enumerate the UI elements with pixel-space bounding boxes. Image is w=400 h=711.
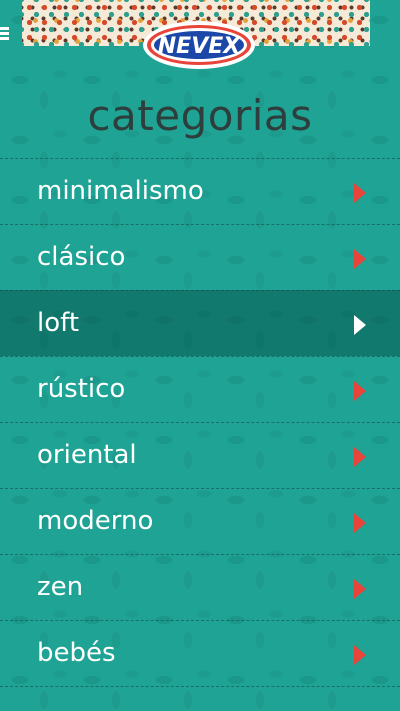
category-item-moderno[interactable]: moderno [0,488,400,554]
page-title: categorias [87,91,313,140]
category-item-clasico[interactable]: clásico [0,224,400,290]
nevex-logo: NEVEX [143,21,255,69]
category-label: loft [37,308,80,338]
chevron-right-icon [354,579,366,599]
category-item-oriental[interactable]: oriental [0,422,400,488]
category-label: moderno [37,506,154,536]
category-list: minimalismo clásico loft rústico orienta… [0,158,400,687]
chevron-right-icon [354,513,366,533]
category-label: oriental [37,440,137,470]
hamburger-menu-icon[interactable] [0,25,10,45]
category-item-bebes[interactable]: bebés [0,620,400,687]
category-label: minimalismo [37,176,204,206]
chevron-right-icon [354,447,366,467]
category-label: clásico [37,242,126,272]
logo-text: NEVEX [158,34,241,59]
chevron-right-icon [354,249,366,269]
category-label: zen [37,572,84,602]
category-item-rustico[interactable]: rústico [0,356,400,422]
chevron-right-icon [354,381,366,401]
category-label: bebés [37,638,116,668]
chevron-right-icon [354,315,366,335]
chevron-right-icon [354,645,366,665]
chevron-right-icon [354,183,366,203]
category-label: rústico [37,374,126,404]
category-item-loft[interactable]: loft [0,290,400,356]
category-item-zen[interactable]: zen [0,554,400,620]
category-item-minimalismo[interactable]: minimalismo [0,158,400,224]
